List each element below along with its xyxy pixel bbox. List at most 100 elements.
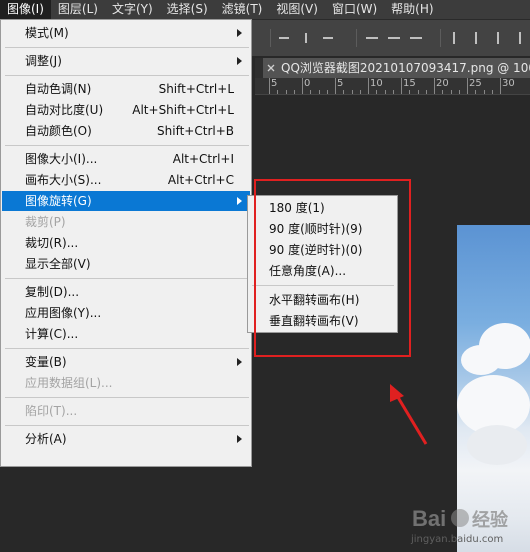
- ruler-minor-tick: [285, 90, 287, 94]
- align-bottom-edges-icon[interactable]: [322, 32, 334, 44]
- toolbar-divider: [270, 29, 271, 47]
- ruler-tick: [368, 78, 369, 94]
- close-tab-icon[interactable]: [267, 64, 275, 72]
- submenu-arrow-icon: [237, 358, 242, 366]
- ruler-minor-tick: [392, 90, 394, 94]
- menu-item-shortcut: Shift+Ctrl+B: [157, 124, 234, 138]
- toolbar-divider: [440, 29, 441, 47]
- distribute-right-icon[interactable]: [492, 32, 504, 44]
- image-menu-item[interactable]: 分析(A): [2, 429, 250, 449]
- distribute-top-icon[interactable]: [366, 32, 378, 44]
- menu-separator: [5, 397, 249, 398]
- menubar-item[interactable]: 视图(V): [269, 0, 325, 19]
- ruler-minor-tick: [376, 90, 378, 94]
- image-menu-item[interactable]: 模式(M): [2, 23, 250, 43]
- menu-item-label: 调整(J): [25, 54, 62, 68]
- image-menu-item[interactable]: 变量(B): [2, 352, 250, 372]
- menu-separator: [5, 348, 249, 349]
- distribute-bottom-icon[interactable]: [410, 32, 422, 44]
- align-vertical-centers-icon[interactable]: [300, 32, 312, 44]
- distribute-hcenter-icon[interactable]: [470, 32, 482, 44]
- image-menu-item[interactable]: 调整(J): [2, 51, 250, 71]
- menu-item-label: 显示全部(V): [25, 257, 91, 271]
- menu-separator: [5, 47, 249, 48]
- menu-separator: [5, 425, 249, 426]
- menu-item-label: 复制(D)...: [25, 285, 80, 299]
- submenu-arrow-icon: [237, 435, 242, 443]
- menubar-item[interactable]: 帮助(H): [384, 0, 440, 19]
- distribute-left-icon[interactable]: [448, 32, 460, 44]
- cloud-shape: [479, 323, 530, 369]
- ruler-tick: [434, 78, 435, 94]
- image-menu-item[interactable]: 图像大小(I)... Alt+Ctrl+I: [2, 149, 250, 169]
- menu-item-shortcut: Alt+Ctrl+I: [172, 152, 234, 166]
- ruler-minor-tick: [491, 90, 493, 94]
- menu-item-label: 变量(B): [25, 355, 67, 369]
- image-menu-item[interactable]: 自动色调(N) Shift+Ctrl+L: [2, 79, 250, 99]
- menu-item-label: 裁剪(P): [25, 215, 66, 229]
- cloud-shape: [467, 425, 527, 465]
- distribute-vcenter-icon[interactable]: [388, 32, 400, 44]
- submenu-arrow-icon: [237, 197, 242, 205]
- align-top-edges-icon[interactable]: [278, 32, 290, 44]
- menubar-item[interactable]: 滤镜(T): [215, 0, 270, 19]
- watermark-url: jingyan.baidu.com: [411, 534, 504, 545]
- image-menu-item[interactable]: 自动颜色(O) Shift+Ctrl+B: [2, 121, 250, 141]
- ruler-minor-tick: [475, 90, 477, 94]
- menu-item-label: 应用数据组(L)...: [25, 376, 113, 390]
- ruler-minor-tick: [425, 90, 427, 94]
- image-menu-item[interactable]: 裁切(R)...: [2, 233, 250, 253]
- svg-text:Bai: Bai: [412, 506, 446, 531]
- image-menu-dropdown: 模式(M) 调整(J) 自动色调(N) Shift+Ctrl+L 自动对比度(U) Alt…: [0, 19, 252, 467]
- document-title: QQ浏览器截图20210107093417.png @ 100%: [281, 61, 530, 75]
- ruler-minor-tick: [409, 90, 411, 94]
- ruler-minor-tick: [293, 90, 295, 94]
- menu-separator: [5, 145, 249, 146]
- document-tab[interactable]: QQ浏览器截图20210107093417.png @ 100%: [263, 58, 530, 78]
- menu-item-label: 自动颜色(O): [25, 124, 92, 138]
- image-menu-item: 应用数据组(L)...: [2, 373, 250, 393]
- ruler-tick: [500, 78, 501, 94]
- menu-item-shortcut: Shift+Ctrl+L: [158, 82, 234, 96]
- image-menu-item[interactable]: 计算(C)...: [2, 324, 250, 344]
- menu-item-label: 计算(C)...: [25, 327, 79, 341]
- menu-item-label: 陷印(T)...: [25, 404, 78, 418]
- image-menu-item[interactable]: 自动对比度(U) Alt+Shift+Ctrl+L: [2, 100, 250, 120]
- ruler-minor-tick: [310, 90, 312, 94]
- image-menu-item[interactable]: 显示全部(V): [2, 254, 250, 274]
- ruler-minor-tick: [277, 90, 279, 94]
- distribute-widths-icon[interactable]: [514, 32, 526, 44]
- ruler-minor-tick: [417, 90, 419, 94]
- ruler-tick: [335, 78, 336, 94]
- menubar-item[interactable]: 图像(I): [0, 0, 51, 19]
- menu-item-label: 裁切(R)...: [25, 236, 79, 250]
- menu-item-shortcut: Alt+Ctrl+C: [167, 173, 234, 187]
- highlight-box: [254, 179, 411, 357]
- ruler-minor-tick: [483, 90, 485, 94]
- menu-item-label: 自动色调(N): [25, 82, 92, 96]
- ruler-tick: [401, 78, 402, 94]
- menu-item-label: 自动对比度(U): [25, 103, 104, 117]
- menu-separator: [5, 75, 249, 76]
- menu-item-label: 图像旋转(G): [25, 194, 92, 208]
- image-menu-item[interactable]: 画布大小(S)... Alt+Ctrl+C: [2, 170, 250, 190]
- ruler-tick: [269, 78, 270, 94]
- image-menu-item[interactable]: 图像旋转(G): [2, 191, 250, 211]
- menu-item-label: 画布大小(S)...: [25, 173, 102, 187]
- menubar: 图像(I) 图层(L) 文字(Y) 选择(S) 滤镜(T) 视图(V) 窗口(W) 帮助(H): [0, 0, 530, 20]
- horizontal-ruler: 5 0 5 10 15 20 25 30: [255, 78, 530, 95]
- ruler-minor-tick: [351, 90, 353, 94]
- menubar-item[interactable]: 窗口(W): [325, 0, 384, 19]
- menubar-item[interactable]: 文字(Y): [105, 0, 160, 19]
- menubar-item[interactable]: 图层(L): [51, 0, 105, 19]
- menu-item-label: 分析(A): [25, 432, 67, 446]
- pointer-arrow-icon: [390, 384, 428, 445]
- toolbar-divider: [356, 29, 357, 47]
- submenu-arrow-icon: [237, 57, 242, 65]
- menubar-item[interactable]: 选择(S): [160, 0, 215, 19]
- image-menu-item[interactable]: 应用图像(Y)...: [2, 303, 250, 323]
- ruler-label: 0: [304, 78, 311, 89]
- svg-text:经验: 经验: [472, 509, 509, 531]
- image-menu-item[interactable]: 复制(D)...: [2, 282, 250, 302]
- menu-item-shortcut: Alt+Shift+Ctrl+L: [132, 103, 234, 117]
